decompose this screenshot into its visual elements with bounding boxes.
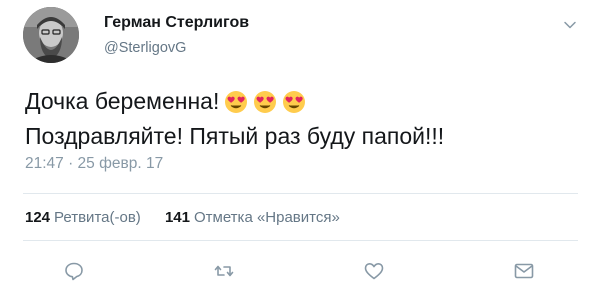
heart-eyes-emoji-icon (252, 88, 278, 114)
reply-button[interactable] (63, 260, 85, 282)
retweet-icon (213, 260, 235, 282)
retweet-button[interactable] (213, 260, 235, 282)
like-count: 141 (164, 209, 190, 226)
heart-eyes-emoji-icon (223, 88, 249, 114)
avatar[interactable] (23, 7, 79, 63)
chevron-down-icon[interactable] (562, 17, 578, 33)
tweet-text-line: Дочка беременна! (25, 86, 585, 121)
direct-message-button[interactable] (513, 260, 535, 282)
divider (23, 193, 578, 194)
like-stat[interactable]: 141 Отметка «Нравится» (165, 209, 340, 226)
heart-icon (363, 260, 385, 282)
retweet-count: 124 (25, 209, 51, 226)
envelope-icon (513, 260, 535, 282)
tweet-text: Дочка беременна! Поздравляйте! Пятый раз… (25, 86, 585, 151)
tweet-text-line2: Поздравляйте! Пятый раз буду папой!!! (25, 123, 445, 149)
retweet-stat[interactable]: 124 Ретвита(-ов) (25, 209, 141, 226)
divider (23, 240, 578, 241)
reply-icon (63, 260, 85, 282)
retweet-label: Ретвита(-ов) (54, 209, 141, 226)
user-handle[interactable]: @SterligovG (104, 40, 186, 56)
like-label: Отметка «Нравится» (193, 209, 340, 226)
heart-eyes-emoji-icon (281, 88, 307, 114)
tweet-card: Герман Стерлигов @SterligovG Дочка берем… (0, 0, 600, 293)
display-name[interactable]: Герман Стерлигов (104, 14, 249, 32)
tweet-text-line1: Дочка беременна! (25, 88, 220, 114)
like-button[interactable] (363, 260, 385, 282)
emoji-group (223, 88, 310, 121)
tweet-stats: 124 Ретвита(-ов) 141 Отметка «Нравится» (25, 209, 340, 226)
tweet-timestamp[interactable]: 21:47 · 25 февр. 17 (25, 155, 163, 173)
